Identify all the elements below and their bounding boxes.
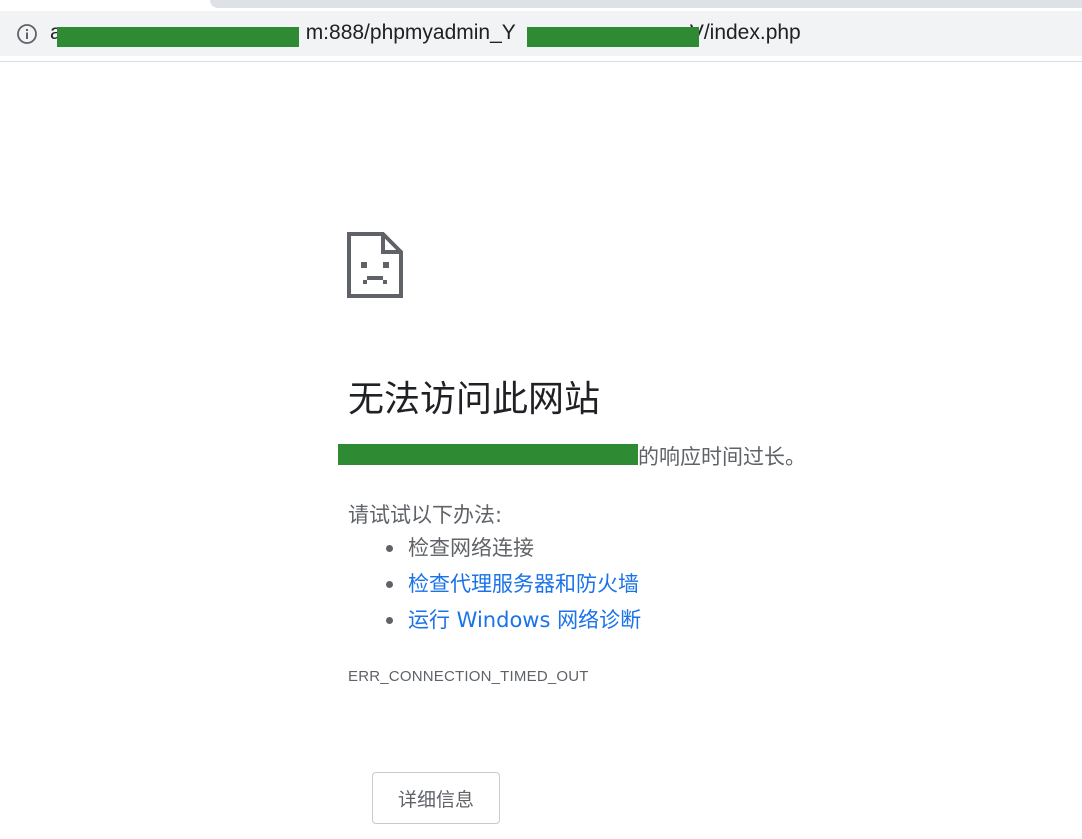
suggestion-check-network: 检查网络连接 xyxy=(380,533,641,569)
redaction-mark xyxy=(527,27,699,47)
error-code: ERR_CONNECTION_TIMED_OUT xyxy=(348,668,589,685)
suggestion-check-proxy-link[interactable]: 检查代理服务器和防火墙 xyxy=(380,569,641,605)
suggestions-list: 检查网络连接 检查代理服务器和防火墙 运行 Windows 网络诊断 xyxy=(380,533,641,641)
browser-toolbar: a m:888/phpmyadmin_Y V/index.php xyxy=(0,0,1082,62)
redaction-mark xyxy=(338,444,638,465)
details-button[interactable]: 详细信息 xyxy=(372,772,500,824)
info-icon[interactable] xyxy=(16,23,38,45)
suggestion-windows-diagnostics-link[interactable]: 运行 Windows 网络诊断 xyxy=(380,605,641,641)
url-suffix: V/index.php xyxy=(689,21,801,44)
redaction-mark xyxy=(57,27,299,47)
error-message-text: 的响应时间过长。 xyxy=(638,445,806,469)
error-heading: 无法访问此网站 xyxy=(348,379,601,420)
url-middle: m:888/phpmyadmin_Y xyxy=(305,21,516,44)
suggestions-label: 请试试以下办法: xyxy=(348,503,503,527)
tab-strip xyxy=(210,0,1082,8)
address-bar[interactable]: a m:888/phpmyadmin_Y V/index.php xyxy=(0,11,1082,56)
toolbar-divider xyxy=(0,61,1082,62)
sad-page-icon xyxy=(347,232,403,298)
